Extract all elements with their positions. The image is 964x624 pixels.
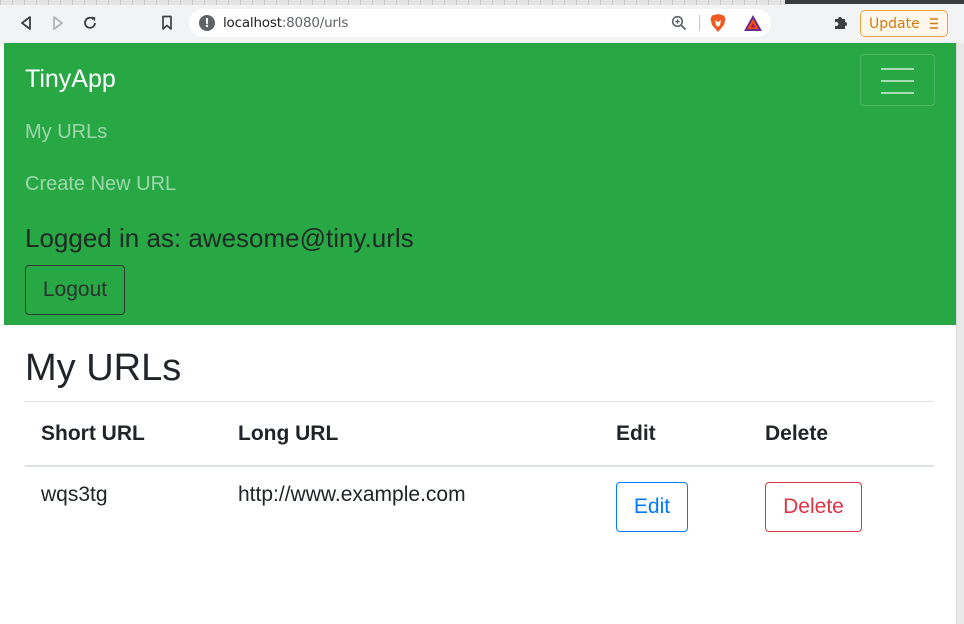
bat-rewards-icon[interactable] <box>743 14 763 32</box>
url-host: localhost <box>223 15 282 31</box>
header-delete: Delete <box>749 402 934 467</box>
extensions-icon[interactable] <box>832 14 850 32</box>
urls-table: Short URL Long URL Edit Delete wqs3tg ht… <box>25 402 934 550</box>
table-header-row: Short URL Long URL Edit Delete <box>25 402 934 467</box>
edit-button[interactable]: Edit <box>616 482 688 532</box>
page-content: TinyApp My URLs Create New URL Logged in… <box>4 43 956 624</box>
forward-button[interactable] <box>45 10 71 36</box>
tab-strip-end <box>785 0 964 4</box>
hamburger-icon <box>881 68 914 70</box>
info-icon[interactable]: ! <box>199 15 215 31</box>
window-edge <box>956 43 964 624</box>
edit-cell: Edit <box>600 466 749 550</box>
nav-link-my-urls[interactable]: My URLs <box>25 121 107 144</box>
logged-in-text: Logged in as: awesome@tiny.urls <box>25 223 414 253</box>
delete-cell: Delete <box>749 466 934 550</box>
navbar-brand[interactable]: TinyApp <box>25 65 116 94</box>
tab-strip <box>0 0 785 5</box>
short-url-cell: wqs3tg <box>41 483 108 506</box>
header-short-url: Short URL <box>25 402 222 467</box>
navbar: TinyApp My URLs Create New URL Logged in… <box>4 43 956 325</box>
table-row: wqs3tg http://www.example.com Edit Delet… <box>25 466 934 550</box>
address-bar[interactable]: ! localhost:8080/urls <box>189 9 771 37</box>
brave-shield-icon[interactable] <box>709 13 727 33</box>
url-path: :8080/urls <box>281 15 349 31</box>
page-title: My URLs <box>25 347 182 389</box>
update-label: Update <box>869 15 920 32</box>
zoom-icon[interactable] <box>671 15 687 31</box>
bookmark-button[interactable] <box>154 10 180 36</box>
forward-icon <box>53 16 63 30</box>
navbar-toggler[interactable] <box>860 54 935 106</box>
hamburger-icon-bar <box>881 92 914 94</box>
nav-link-create-new-url[interactable]: Create New URL <box>25 173 176 196</box>
logout-button[interactable]: Logout <box>25 265 125 315</box>
bookmark-icon <box>162 15 172 30</box>
header-edit: Edit <box>600 402 749 467</box>
reload-button[interactable] <box>77 10 103 36</box>
back-icon <box>21 16 31 30</box>
header-long-url: Long URL <box>222 402 600 467</box>
hamburger-icon-bar <box>881 80 914 82</box>
menu-icon <box>930 18 938 29</box>
long-url-cell: http://www.example.com <box>238 483 466 506</box>
browser-toolbar: ! localhost:8080/urls Update <box>0 0 964 43</box>
reload-icon <box>84 16 96 29</box>
url-text[interactable]: localhost:8080/urls <box>223 15 348 31</box>
back-button[interactable] <box>13 10 39 36</box>
address-divider <box>699 15 700 31</box>
update-button[interactable]: Update <box>860 10 948 37</box>
delete-button[interactable]: Delete <box>765 482 862 532</box>
